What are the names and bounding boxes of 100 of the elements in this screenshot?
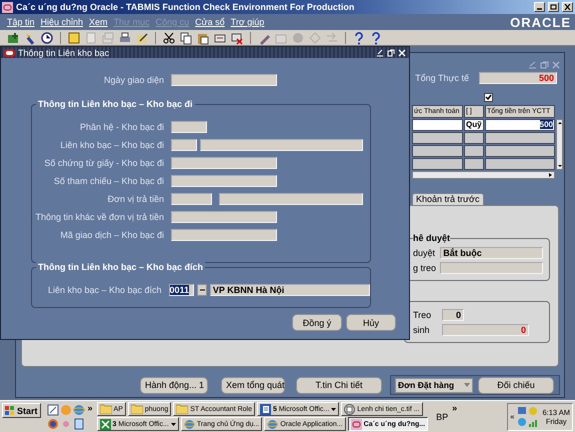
maximize-button[interactable] bbox=[548, 2, 559, 12]
close-icon bbox=[564, 4, 571, 10]
field-label: Treo bbox=[413, 310, 432, 320]
text-field[interactable] bbox=[440, 262, 543, 274]
field-label: Ngày giao diện bbox=[102, 75, 165, 85]
field-label: Liên kho bạc – Kho bạc đi bbox=[59, 140, 165, 150]
new-record-icon[interactable] bbox=[6, 30, 20, 44]
maximize-icon bbox=[550, 4, 557, 10]
number-field[interactable]: 0 bbox=[442, 309, 464, 321]
list-button[interactable] bbox=[197, 284, 207, 296]
group-title: hê duyệt bbox=[413, 233, 450, 243]
text-field[interactable] bbox=[171, 157, 277, 169]
up-arrow-icon[interactable] bbox=[557, 120, 563, 126]
text-field[interactable] bbox=[171, 211, 277, 223]
menu-item[interactable]: Xem bbox=[86, 17, 111, 27]
more-chevron[interactable]: » bbox=[452, 403, 458, 413]
match-button[interactable]: Đối chiếu bbox=[478, 376, 554, 394]
menu-item[interactable]: Cửa sổ bbox=[192, 17, 228, 27]
table-cell[interactable] bbox=[464, 132, 484, 144]
field-label: Phân hệ - Kho bạc đi bbox=[78, 122, 165, 132]
dropdown[interactable]: Đơn Đặt hàng bbox=[395, 378, 473, 392]
checkmark-icon bbox=[485, 94, 492, 101]
table-cell[interactable] bbox=[412, 158, 463, 170]
table-cell[interactable] bbox=[485, 132, 555, 144]
clock-icon[interactable] bbox=[40, 30, 54, 44]
restore-icon[interactable] bbox=[387, 48, 395, 56]
menu-item[interactable]: Tập tin bbox=[4, 17, 38, 27]
caret-icon bbox=[170, 422, 176, 426]
field-label: Tổng Thực tế bbox=[415, 73, 469, 83]
pen-icon[interactable] bbox=[135, 30, 149, 44]
text-field[interactable] bbox=[171, 175, 277, 187]
code-field[interactable] bbox=[171, 193, 212, 205]
text-field[interactable] bbox=[171, 229, 277, 241]
table-cell[interactable] bbox=[412, 132, 463, 144]
more-chevron[interactable]: » bbox=[88, 403, 93, 413]
delete-icon[interactable] bbox=[230, 30, 244, 44]
folder-icon bbox=[130, 404, 143, 414]
application-icon bbox=[2, 2, 13, 12]
dialog-title: Thông tin Liên kho bạc bbox=[18, 48, 110, 58]
group-title: Thông tin Liên kho bạc – Kho bạc đích bbox=[36, 262, 206, 272]
text-field[interactable] bbox=[219, 193, 363, 205]
text-field[interactable] bbox=[171, 121, 207, 133]
dialog-button[interactable]: Đồng ý bbox=[292, 314, 342, 331]
right-arrow-icon[interactable] bbox=[547, 172, 554, 178]
table-cell[interactable] bbox=[485, 145, 555, 157]
text-field[interactable] bbox=[171, 74, 277, 86]
checkbox[interactable] bbox=[484, 93, 493, 102]
spreadsheet-icon bbox=[100, 418, 111, 430]
code-field[interactable] bbox=[171, 139, 197, 151]
help-icon[interactable] bbox=[352, 30, 366, 44]
folder-icon bbox=[176, 404, 188, 414]
document-icon[interactable] bbox=[72, 418, 85, 430]
desktop-icon[interactable] bbox=[46, 404, 59, 416]
tab[interactable]: Khoản trả trước bbox=[412, 193, 484, 205]
folder-icon bbox=[100, 404, 112, 414]
code-field[interactable]: 0011 bbox=[168, 284, 194, 296]
scissors-icon[interactable] bbox=[162, 30, 176, 44]
menu-item[interactable]: Trợ giúp bbox=[228, 17, 268, 27]
group-title: Thông tin Liên kho bạc – Kho bạc đi bbox=[36, 99, 195, 109]
close-button[interactable] bbox=[562, 2, 573, 12]
table-cell[interactable]: 500 bbox=[485, 119, 555, 131]
logo: ORACLE bbox=[510, 14, 571, 30]
table-cell[interactable] bbox=[412, 119, 463, 131]
text-field[interactable]: Bắt buộc bbox=[440, 247, 543, 259]
action-button[interactable]: Xem tổng quát bbox=[221, 376, 285, 394]
table-cell[interactable] bbox=[464, 158, 484, 170]
table-cell[interactable]: Quỹ bbox=[464, 119, 484, 131]
field-label: g treo bbox=[413, 263, 438, 273]
action-button[interactable]: T.tin Chi tiết bbox=[296, 376, 382, 394]
note-icon[interactable] bbox=[67, 30, 81, 44]
text-field[interactable]: VP KBNN Hà Nội bbox=[210, 284, 370, 296]
minimize-button[interactable] bbox=[534, 2, 545, 12]
four-squares-icon bbox=[5, 406, 15, 416]
caret-icon bbox=[464, 383, 470, 387]
menu-item[interactable]: Hiệu chỉnh bbox=[38, 17, 86, 27]
table-cell[interactable] bbox=[412, 145, 463, 157]
horizontal-scrollbar[interactable] bbox=[412, 171, 555, 179]
caret-icon bbox=[331, 408, 336, 410]
document-icon bbox=[260, 404, 271, 414]
field-label: Liên kho bạc – Kho bạc đích bbox=[46, 285, 163, 295]
field-label: Đơn vị trả tiền bbox=[106, 194, 165, 204]
table-cell[interactable] bbox=[464, 145, 484, 157]
vertical-scrollbar[interactable] bbox=[556, 119, 563, 170]
help-icon[interactable] bbox=[369, 30, 383, 44]
printer-icon[interactable] bbox=[118, 30, 132, 44]
window-title: Ca´c u´ng du?ng Oracle - TABMIS Function Check Environment For Production bbox=[16, 2, 356, 12]
field-label: sinh bbox=[413, 325, 431, 335]
action-button[interactable]: Hành động... 1 bbox=[140, 376, 208, 394]
browser-icon bbox=[267, 418, 278, 430]
table-cell[interactable] bbox=[485, 158, 555, 170]
application-icon bbox=[4, 48, 15, 56]
tray-icons-drawing bbox=[517, 406, 540, 428]
dialog-button[interactable]: Hủy bbox=[346, 314, 396, 331]
language-indicator[interactable]: BP bbox=[436, 412, 448, 422]
text-field[interactable] bbox=[200, 139, 363, 151]
down-arrow-icon[interactable] bbox=[557, 163, 563, 169]
start-button[interactable]: Start bbox=[2, 403, 41, 418]
field-label: Mã giao dịch – Kho bạc đi bbox=[59, 230, 165, 240]
copy-icon[interactable] bbox=[179, 30, 193, 44]
field-label: Số tham chiếu – Kho bạc đi bbox=[52, 176, 165, 186]
